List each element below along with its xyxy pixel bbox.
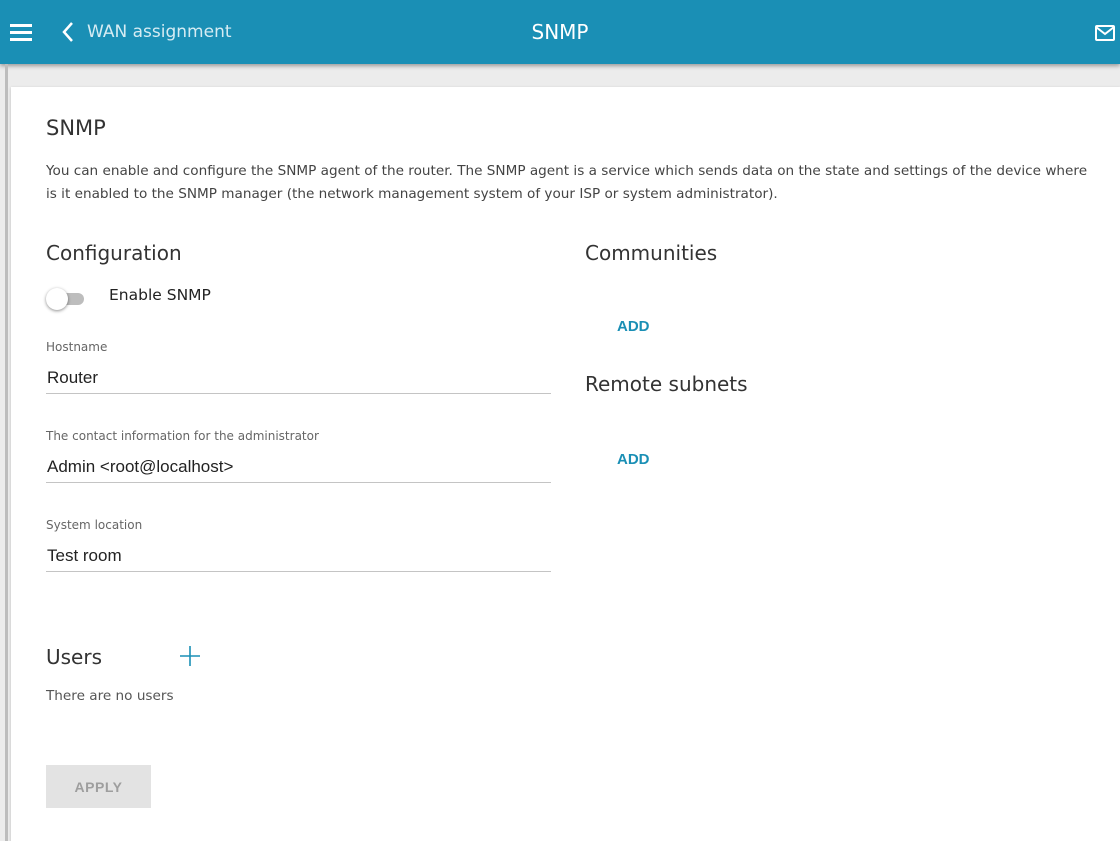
configuration-heading: Configuration — [46, 241, 182, 265]
mail-icon[interactable] — [1095, 25, 1115, 41]
enable-snmp-toggle[interactable] — [46, 288, 86, 310]
left-edge-divider — [5, 64, 8, 841]
section-description: You can enable and configure the SNMP ag… — [46, 163, 1088, 202]
toggle-knob — [46, 288, 68, 310]
contact-input[interactable] — [46, 451, 551, 483]
location-input[interactable] — [46, 540, 551, 572]
section-title: SNMP — [46, 116, 106, 140]
contact-label: The contact information for the administ… — [46, 429, 319, 443]
add-user-icon[interactable] — [178, 644, 202, 668]
communities-heading: Communities — [585, 241, 718, 265]
hostname-label: Hostname — [46, 340, 108, 354]
location-label: System location — [46, 518, 143, 532]
hostname-input[interactable] — [46, 362, 551, 394]
users-empty-text: There are no users — [46, 688, 174, 704]
enable-snmp-label: Enable SNMP — [109, 286, 211, 304]
page-title: SNMP — [531, 20, 589, 44]
add-community-button[interactable]: ADD — [617, 318, 650, 335]
apply-button[interactable]: APPLY — [46, 765, 151, 808]
top-bar: WAN assignment SNMP — [0, 0, 1120, 64]
remote-subnets-heading: Remote subnets — [585, 372, 748, 396]
users-heading: Users — [46, 645, 103, 669]
add-remote-subnet-button[interactable]: ADD — [617, 451, 650, 468]
